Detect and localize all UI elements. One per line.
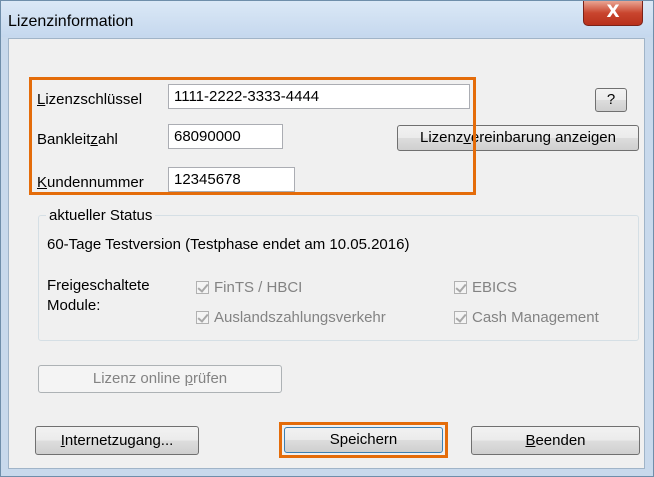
checkbox-check-icon [196,311,209,324]
status-text: 60-Tage Testversion (Testphase endet am … [47,236,410,253]
checkbox-check-icon [454,281,467,294]
quit-button[interactable]: Beenden [471,426,640,455]
license-dialog: Lizenzinformation X Lizenzschlüssel 1111… [0,0,654,477]
dialog-client-area: Lizenzschlüssel 1111-2222-3333-4444 ? Ba… [8,38,645,469]
close-icon: X [606,2,620,22]
check-license-online-button: Lizenz online prüfen [38,365,282,393]
checkbox-check-icon [196,281,209,294]
license-fields-highlight [29,77,476,195]
help-button[interactable]: ? [595,88,627,112]
modules-label-line2: Module: [47,297,101,314]
internet-access-button[interactable]: Internetzugang... [35,426,199,455]
modules-label-line1: Freigeschaltete [47,277,150,294]
module-ebics-checkbox: EBICS [454,279,517,296]
save-button[interactable]: Speichern [284,427,443,453]
title-bar[interactable]: Lizenzinformation X [1,1,653,37]
module-foreign-payments-checkbox: Auslandszahlungsverkehr [196,309,386,326]
checkbox-check-icon [454,311,467,324]
status-group-title: aktueller Status [46,207,156,224]
window-title: Lizenzinformation [8,13,134,30]
module-fints-checkbox: FinTS / HBCI [196,279,302,296]
close-button[interactable]: X [583,1,643,26]
module-cash-management-checkbox: Cash Management [454,309,599,326]
